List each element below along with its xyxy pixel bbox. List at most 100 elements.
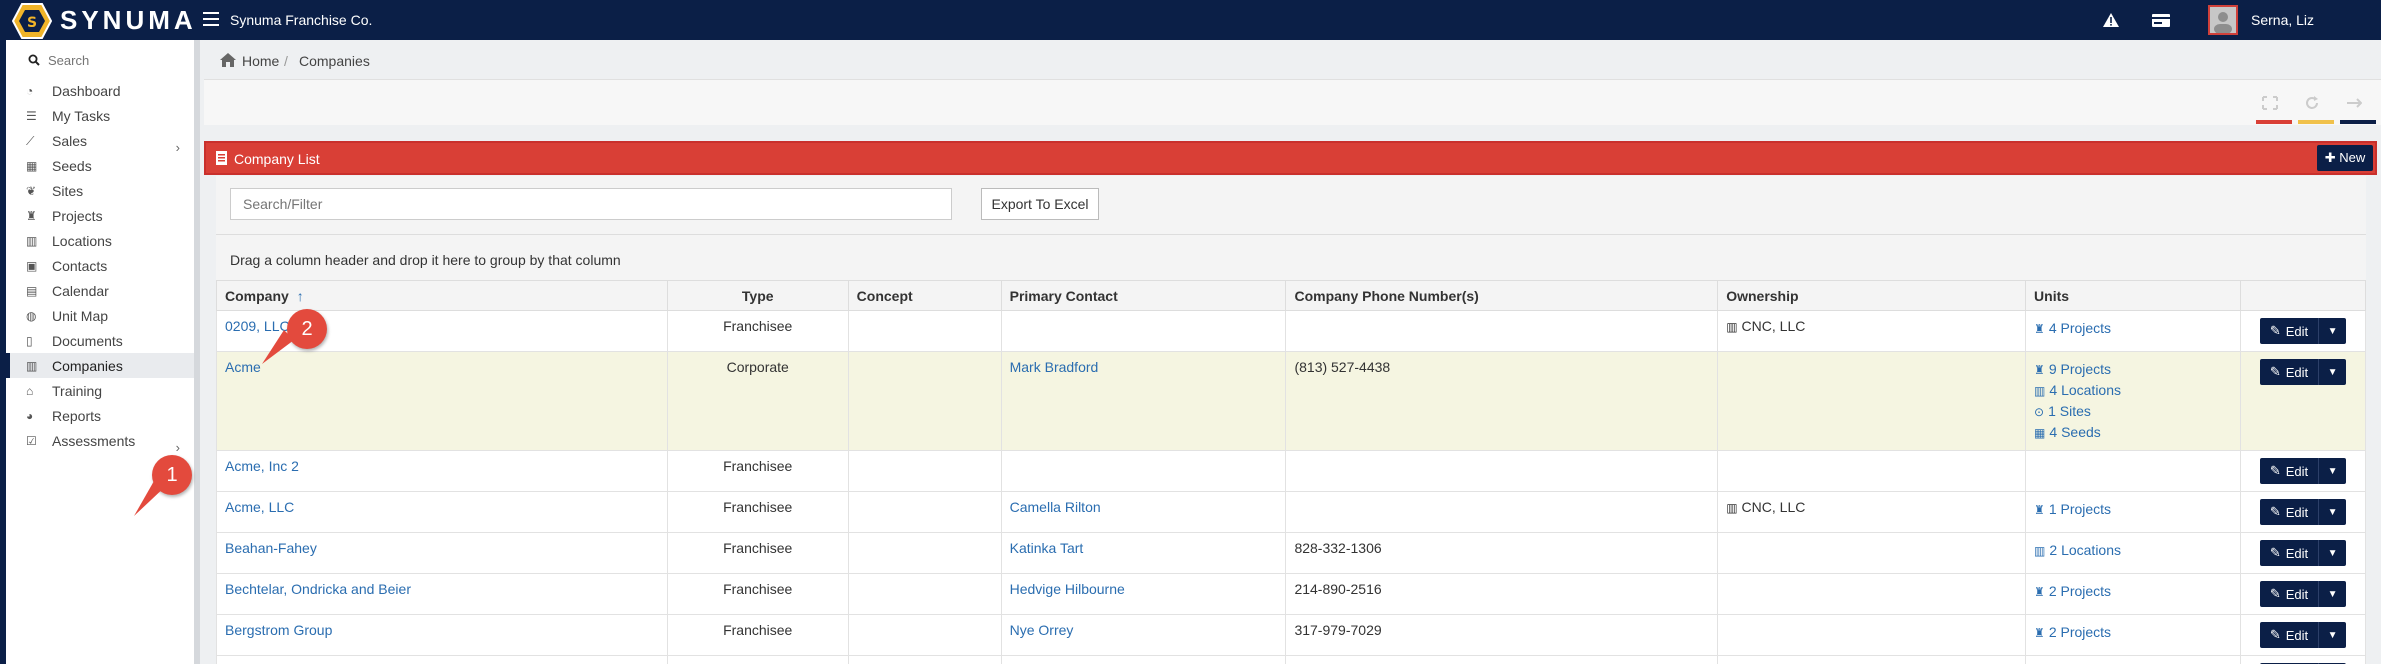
unit-link-text: 4 Seeds (2049, 424, 2101, 440)
company-cell-text[interactable]: Beahan-Fahey (225, 540, 317, 556)
logo-text: SYNUMA (60, 5, 197, 35)
column-header-type[interactable]: Type (666, 280, 849, 311)
company-cell-text[interactable]: Bergstrom Group (225, 622, 332, 638)
edit-button[interactable]: ✎ Edit (2259, 458, 2319, 484)
column-header-concept[interactable]: Concept (847, 280, 1002, 311)
edit-dropdown-caret-icon[interactable]: ▼ (2318, 359, 2347, 385)
column-header-units[interactable]: Units (2025, 280, 2241, 311)
breadcrumb-home-link[interactable]: Home (242, 53, 279, 69)
refresh-icon[interactable] (2304, 96, 2320, 110)
unit-link-text: 2 Projects (2048, 624, 2112, 640)
collapse-icon[interactable] (2346, 96, 2362, 110)
binoculars-icon: ♜ (2034, 585, 2045, 599)
binoculars-icon: ♜ (2034, 322, 2045, 336)
unit-link[interactable]: ♜ 2 Projects (2034, 581, 2232, 602)
edit-button-label: Edit (2285, 364, 2309, 380)
edit-dropdown-caret-icon[interactable]: ▼ (2318, 540, 2347, 566)
table-row[interactable]: Beahan-Fahey Franchisee Katinka Tart 828-33… (216, 532, 2367, 574)
home-icon (220, 53, 236, 67)
primary-contact-cell-text[interactable]: Nye Orrey (1010, 622, 1074, 638)
primary-contact-cell-text[interactable]: Katinka Tart (1010, 540, 1084, 556)
type-cell-text: Franchisee (723, 540, 793, 556)
edit-button[interactable]: ✎ Edit (2259, 581, 2319, 607)
synuma-logo[interactable]: S SYNUMA (10, 1, 200, 39)
primary-contact-cell-text[interactable]: Mark Bradford (1010, 359, 1099, 375)
sidebar-item-dashboard[interactable]: ◔ Dashboard (6, 78, 194, 103)
unit-link[interactable]: ♜ 1 Projects (2034, 499, 2232, 520)
group-by-drop-area[interactable]: Drag a column header and drop it here to… (216, 234, 2366, 284)
edit-dropdown-caret-icon[interactable]: ▼ (2318, 458, 2347, 484)
table-row[interactable]: Bechtelar, Ondricka and Beier Franchisee H… (216, 573, 2367, 615)
color-swatch-navy[interactable] (2340, 120, 2376, 124)
edit-button[interactable]: ✎ Edit (2259, 359, 2319, 385)
company-cell-text[interactable]: Acme (225, 359, 261, 375)
edit-button-group: ✎ Edit ▼ (2259, 581, 2347, 607)
table-row[interactable]: Bins, McLaughlin and MonahanFranchisee Ol… (216, 655, 2367, 664)
edit-button-group: ✎ Edit ▼ (2259, 499, 2347, 525)
phone-cell: 505-939-4098 (1285, 655, 1719, 664)
unit-link[interactable]: ♜ 4 Projects (2034, 318, 2232, 339)
unit-link[interactable]: ♜ 9 Projects (2034, 359, 2232, 380)
unit-link[interactable]: ♜ 2 Projects (2034, 622, 2232, 643)
edit-dropdown-caret-icon[interactable]: ▼ (2318, 622, 2347, 648)
company-cell-text[interactable]: Acme, LLC (225, 499, 294, 515)
edit-button[interactable]: ✎ Edit (2259, 622, 2319, 648)
breadcrumb-separator: / (284, 53, 288, 69)
sidebar-item-my-tasks[interactable]: ☰ My Tasks (6, 103, 194, 128)
table-row[interactable]: Acme Corporate Mark Bradford (813) 527-4438… (216, 351, 2367, 451)
sidebar-item-seeds[interactable]: ▦ Seeds (6, 153, 194, 178)
unit-link[interactable]: ▦ 4 Seeds (2034, 422, 2232, 443)
document-icon (216, 151, 227, 165)
edit-dropdown-caret-icon[interactable]: ▼ (2318, 499, 2347, 525)
search-filter-input[interactable] (230, 188, 952, 220)
company-cell-text[interactable]: Bechtelar, Ondricka and Beier (225, 581, 411, 597)
sidebar-item-training[interactable]: ⌂ Training (6, 378, 194, 403)
sidebar-item-reports[interactable]: ◕ Reports (6, 403, 194, 428)
column-header-company[interactable]: Company ↑ (216, 280, 668, 311)
sidebar-item-calendar[interactable]: ▤ Calendar (6, 278, 194, 303)
column-header-primary-contact[interactable]: Primary Contact (1000, 280, 1287, 311)
primary-contact-cell-text[interactable]: Camella Rilton (1010, 499, 1101, 515)
sidebar-item-contacts[interactable]: ▣ Contacts (6, 253, 194, 278)
user-name[interactable]: Serna, Liz (2251, 12, 2314, 28)
sidebar-item-locations[interactable]: ▥ Locations (6, 228, 194, 253)
actions-cell: ✎ Edit ▼ (2239, 310, 2367, 352)
color-swatch-yellow[interactable] (2298, 120, 2334, 124)
column-header-ownership[interactable]: Ownership (1717, 280, 2027, 311)
plus-icon: ✚ (2324, 150, 2336, 165)
edit-icon: ✎ (2269, 364, 2281, 379)
table-row[interactable]: Acme, LLC Franchisee Camella Rilton ▥ CNC, L… (216, 491, 2367, 533)
fullscreen-icon[interactable] (2262, 96, 2278, 110)
table-row[interactable]: Bergstrom Group Franchisee Nye Orrey 317-97… (216, 614, 2367, 656)
sidebar-item-assessments[interactable]: ☑ Assessments › (6, 428, 194, 456)
sidebar-item-sales[interactable]: ⟋ Sales › (6, 128, 194, 156)
unit-link[interactable]: ▥ 4 Locations (2034, 380, 2232, 401)
units-cell (2025, 450, 2241, 492)
unit-link[interactable]: ⊙ 1 Sites (2034, 401, 2232, 422)
edit-button[interactable]: ✎ Edit (2259, 540, 2319, 566)
sidebar-item-companies[interactable]: ▥ Companies (6, 353, 194, 378)
edit-dropdown-caret-icon[interactable]: ▼ (2318, 318, 2347, 344)
color-swatch-red[interactable] (2256, 120, 2292, 124)
edit-button[interactable]: ✎ Edit (2259, 499, 2319, 525)
company-cell-text[interactable]: Acme, Inc 2 (225, 458, 299, 474)
sidebar-item-projects[interactable]: ♜ Projects (6, 203, 194, 228)
column-header-phone[interactable]: Company Phone Number(s) (1285, 280, 1719, 311)
edit-dropdown-caret-icon[interactable]: ▼ (2318, 581, 2347, 607)
new-company-button[interactable]: ✚ New (2317, 145, 2373, 171)
sidebar-search-input[interactable] (48, 50, 188, 70)
sidebar-item-sites[interactable]: ❦ Sites (6, 178, 194, 203)
warning-icon[interactable] (2103, 13, 2119, 27)
export-to-excel-button[interactable]: Export To Excel (981, 188, 1099, 220)
unit-link[interactable]: ▥ 2 Locations (2034, 540, 2232, 561)
primary-contact-cell-text[interactable]: Hedvige Hilbourne (1010, 581, 1125, 597)
sidebar-item-documents[interactable]: ▯ Documents (6, 328, 194, 353)
edit-button[interactable]: ✎ Edit (2259, 318, 2319, 344)
credit-card-icon[interactable] (2152, 14, 2170, 27)
user-avatar[interactable] (2208, 5, 2238, 35)
hamburger-menu-icon[interactable] (203, 12, 219, 26)
table-row[interactable]: Acme, Inc 2 Franchisee ✎ Edit ▼ (216, 450, 2367, 492)
table-row[interactable]: 0209, LLC Franchisee ▥ CNC, LLC ♜ 4 Projects ✎… (216, 310, 2367, 352)
callout-pointer-2 (262, 330, 294, 364)
sidebar-item-unit-map[interactable]: ◍ Unit Map (6, 303, 194, 328)
